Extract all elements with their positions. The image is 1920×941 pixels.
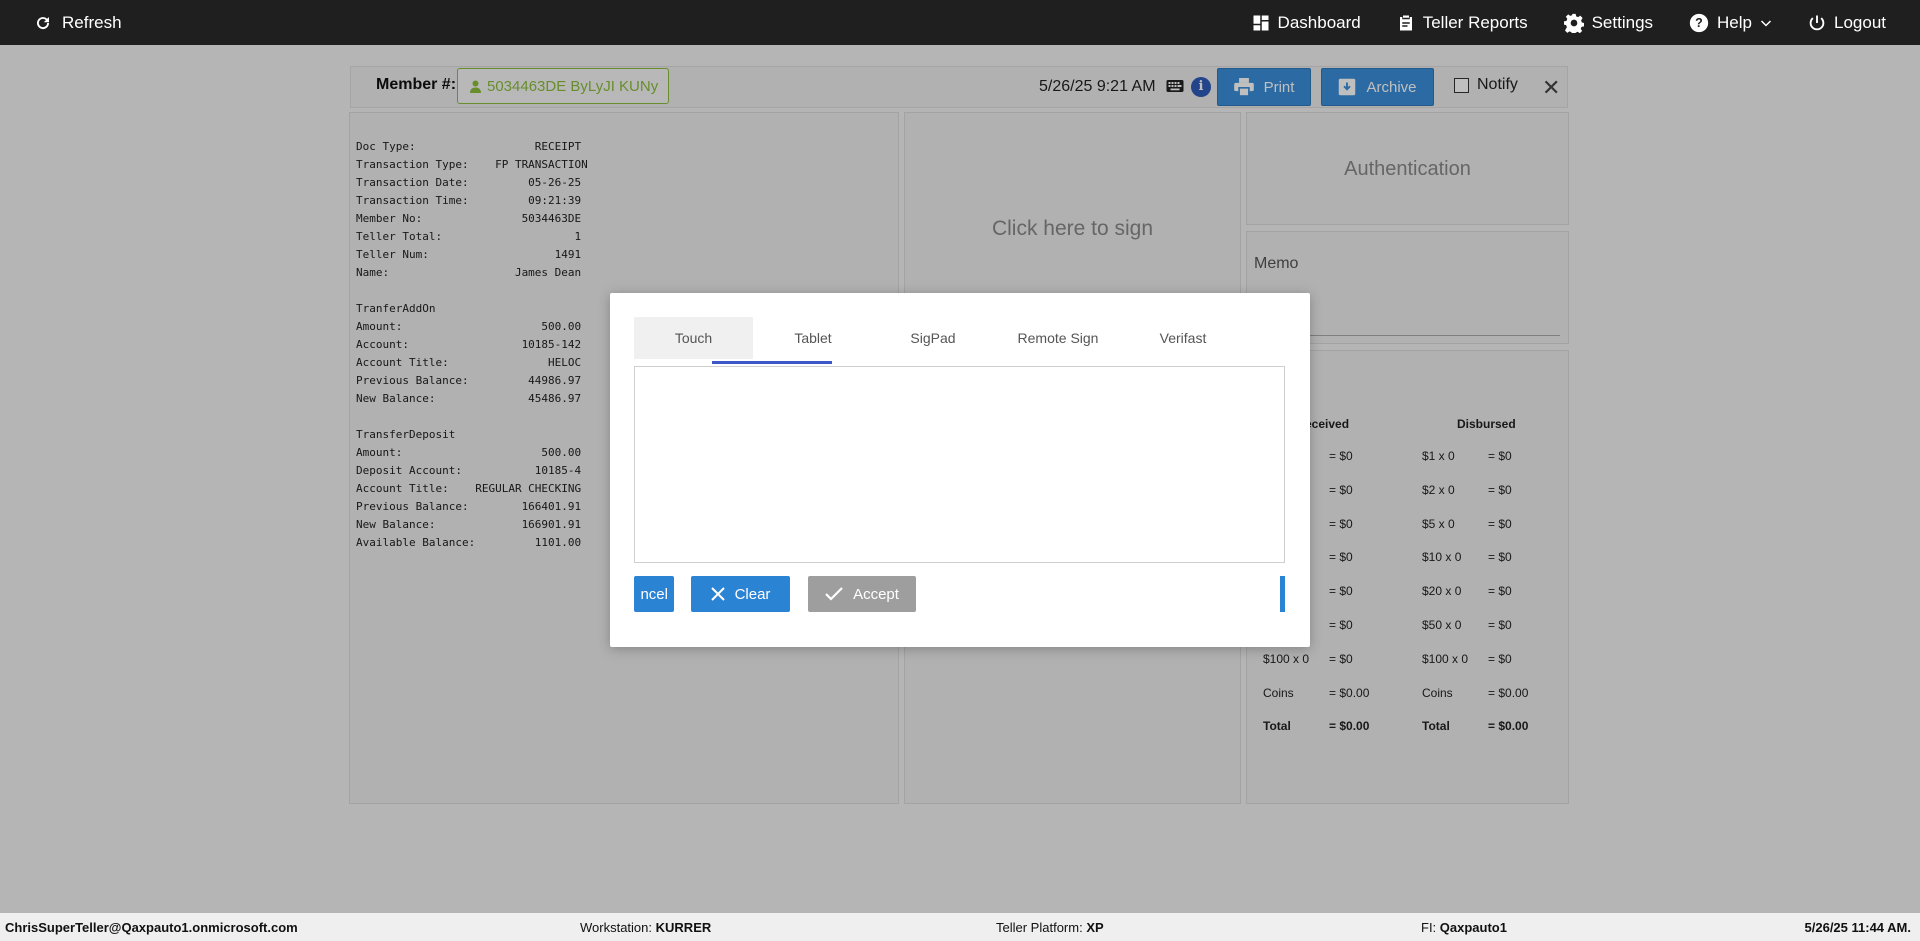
nav-settings-label: Settings xyxy=(1591,12,1654,32)
clipboard-icon xyxy=(1399,15,1412,30)
cancel-label: ncel xyxy=(640,585,668,603)
clear-button[interactable]: Clear xyxy=(691,576,790,612)
check-icon xyxy=(825,587,843,601)
tab-touch[interactable]: Touch xyxy=(634,317,753,359)
tab-tablet-label: Tablet xyxy=(794,330,832,346)
nav-dashboard[interactable]: Dashboard xyxy=(1234,0,1379,45)
nav-logout-label: Logout xyxy=(1834,12,1886,32)
accept-button[interactable]: Accept xyxy=(808,576,916,612)
power-icon xyxy=(1809,15,1825,30)
signature-canvas[interactable] xyxy=(634,366,1285,563)
active-tab-indicator xyxy=(712,361,832,364)
status-fi: FI: Qaxpauto1 xyxy=(1421,920,1507,935)
gear-icon xyxy=(1563,13,1584,33)
refresh-button[interactable]: Refresh xyxy=(34,0,122,45)
workstation-label: Workstation: xyxy=(580,920,653,935)
status-platform: Teller Platform: XP xyxy=(996,920,1104,935)
top-navigation-bar: Refresh Dashboard Teller Reports Setting… xyxy=(0,0,1920,45)
nav-logout[interactable]: Logout xyxy=(1790,0,1920,45)
nav-teller-reports[interactable]: Teller Reports xyxy=(1379,0,1546,45)
fi-value: Qaxpauto1 xyxy=(1439,920,1507,935)
partial-button[interactable] xyxy=(1280,576,1285,612)
tab-verifast-label: Verifast xyxy=(1159,330,1207,346)
platform-label: Teller Platform: xyxy=(996,920,1083,935)
nav-dashboard-label: Dashboard xyxy=(1277,12,1361,32)
cancel-button[interactable]: ncel xyxy=(634,576,674,612)
svg-text:?: ? xyxy=(1695,16,1703,30)
tab-sigpad-label: SigPad xyxy=(910,330,956,346)
status-datetime-value: 5/26/25 11:44 AM. xyxy=(1804,920,1911,935)
top-nav-menu: Dashboard Teller Reports Settings ? Help… xyxy=(1234,0,1920,45)
nav-help-label: Help xyxy=(1717,12,1752,32)
nav-help[interactable]: ? Help xyxy=(1671,0,1790,45)
tab-remote-sign[interactable]: Remote Sign xyxy=(993,317,1123,359)
accept-label: Accept xyxy=(853,585,899,603)
status-user-value: ChrisSuperTeller@Qaxpauto1.onmicrosoft.c… xyxy=(5,920,298,935)
tab-tablet[interactable]: Tablet xyxy=(753,317,873,359)
platform-value: XP xyxy=(1086,920,1104,935)
close-icon xyxy=(710,587,725,601)
nav-teller-reports-label: Teller Reports xyxy=(1422,12,1528,32)
dashboard-icon xyxy=(1253,15,1269,30)
tab-sigpad[interactable]: SigPad xyxy=(873,317,993,359)
signature-dialog: Touch Tablet SigPad Remote Sign Verifast… xyxy=(610,293,1310,647)
workstation-value: KURRER xyxy=(655,920,712,935)
clear-label: Clear xyxy=(734,585,771,603)
status-user: ChrisSuperTeller@Qaxpauto1.onmicrosoft.c… xyxy=(5,920,298,935)
status-datetime: 5/26/25 11:44 AM. xyxy=(1805,920,1911,935)
status-workstation: Workstation: KURRER xyxy=(580,920,711,935)
status-bar: ChrisSuperTeller@Qaxpauto1.onmicrosoft.c… xyxy=(0,913,1920,941)
chevron-down-icon xyxy=(1760,19,1772,27)
tab-verifast[interactable]: Verifast xyxy=(1123,317,1243,359)
signature-method-tabs: Touch Tablet SigPad Remote Sign Verifast xyxy=(634,317,1282,359)
refresh-label: Refresh xyxy=(62,12,122,32)
nav-settings[interactable]: Settings xyxy=(1546,0,1671,45)
fi-label: FI: xyxy=(1421,920,1437,935)
tab-remote-sign-label: Remote Sign xyxy=(1017,330,1099,346)
help-icon: ? xyxy=(1689,13,1709,32)
tab-touch-label: Touch xyxy=(674,330,713,346)
refresh-icon xyxy=(37,16,50,29)
